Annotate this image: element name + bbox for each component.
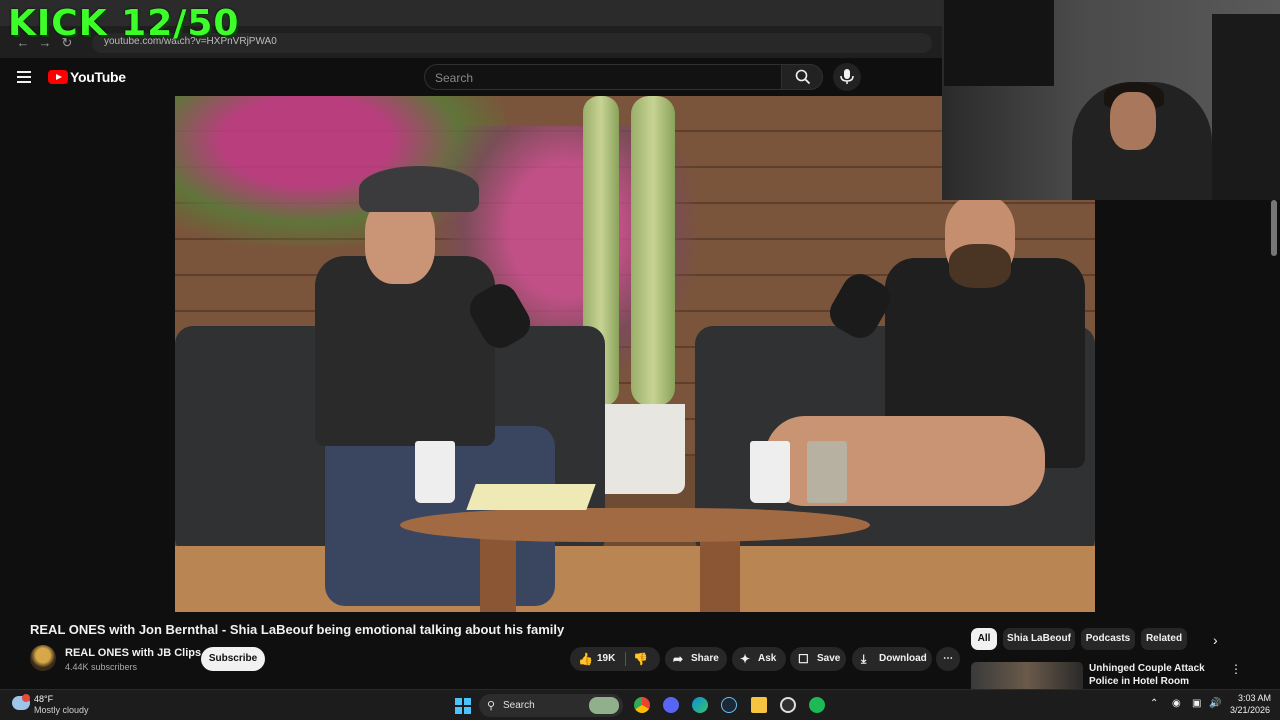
- volume-icon[interactable]: 🔊: [1209, 698, 1221, 709]
- chevron-right-icon[interactable]: ›: [1213, 632, 1218, 648]
- sparkle-icon: ✦: [740, 652, 751, 666]
- subscriber-count: 4.44K subscribers: [65, 662, 138, 672]
- like-count[interactable]: 19K: [597, 647, 615, 671]
- video-plant-pot: [593, 404, 685, 494]
- like-icon[interactable]: 👍: [578, 647, 593, 671]
- kick-counter-overlay: KICK 12/50: [8, 3, 240, 44]
- webcam-overlay: [942, 0, 1280, 200]
- chip-related[interactable]: Related: [1141, 628, 1187, 650]
- youtube-play-icon: [48, 70, 68, 84]
- weather-description[interactable]: Mostly cloudy: [34, 705, 89, 715]
- video-coffee-cup: [750, 441, 790, 503]
- weather-alert-badge: [22, 694, 30, 702]
- youtube-logo[interactable]: YouTube: [48, 69, 126, 85]
- dislike-icon[interactable]: 👎: [633, 647, 648, 671]
- search-button[interactable]: [781, 64, 823, 90]
- obs-icon[interactable]: [780, 697, 796, 713]
- scrollbar-thumb[interactable]: [1271, 200, 1277, 256]
- mic-icon: [840, 69, 854, 84]
- discord-icon[interactable]: [663, 697, 679, 713]
- bookmark-icon: ☐: [798, 652, 809, 666]
- video-cactus: [631, 96, 675, 406]
- video-table: [400, 508, 870, 612]
- webcam-acoustic-panel: [944, 0, 1054, 86]
- save-label: Save: [817, 653, 841, 664]
- youtube-logo-text: YouTube: [70, 69, 126, 85]
- taskbar-search-placeholder: Search: [503, 700, 535, 711]
- weather-temperature[interactable]: 48°F: [34, 694, 53, 704]
- voice-search-button[interactable]: [833, 63, 861, 91]
- search-placeholder: Search: [435, 71, 474, 85]
- chip-podcasts[interactable]: Podcasts: [1081, 628, 1135, 650]
- microphone-tray-icon[interactable]: ◉: [1172, 698, 1181, 709]
- channel-name[interactable]: REAL ONES with JB Clips: [65, 647, 201, 659]
- more-icon: ⋯: [943, 653, 953, 664]
- chip-all[interactable]: All: [971, 628, 997, 650]
- windows-taskbar: 48°F Mostly cloudy ⚲ Search ⌃ ◉ ▣ 🔊 3:03…: [0, 689, 1280, 720]
- search-icon: ⚲: [487, 700, 496, 712]
- webcam-shelf: [1212, 14, 1280, 200]
- network-icon[interactable]: ▣: [1192, 698, 1201, 709]
- video-coffee-cup: [415, 441, 455, 503]
- save-button[interactable]: ☐ Save: [790, 647, 846, 671]
- search-highlight-icon: [589, 697, 619, 714]
- video-notebook: [466, 484, 596, 510]
- youtube-header: YouTube Search: [0, 58, 942, 96]
- taskbar-search[interactable]: ⚲ Search: [479, 694, 623, 717]
- recommendation-title[interactable]: Unhinged Couple Attack Police in Hotel R…: [1089, 662, 1224, 688]
- windows-start-icon[interactable]: [455, 698, 471, 714]
- chip-shia-labeouf[interactable]: Shia LaBeouf: [1003, 628, 1075, 650]
- video-title: REAL ONES with Jon Bernthal - Shia LaBeo…: [30, 622, 565, 637]
- video-water-glass: [807, 441, 847, 503]
- channel-avatar[interactable]: [30, 645, 56, 671]
- more-vert-icon[interactable]: ⋮: [1230, 662, 1242, 676]
- subscribe-button[interactable]: Subscribe: [201, 647, 265, 671]
- like-dislike-group: 👍 19K 👎: [570, 647, 660, 671]
- menu-icon[interactable]: [17, 71, 31, 83]
- search-input[interactable]: Search: [424, 64, 782, 90]
- share-icon: ➦: [673, 652, 684, 666]
- more-actions-button[interactable]: ⋯: [936, 647, 960, 671]
- tray-overflow-icon[interactable]: ⌃: [1150, 698, 1158, 709]
- download-button[interactable]: ⤓ Download: [852, 647, 932, 671]
- clock-time[interactable]: 3:03 AM: [1238, 693, 1271, 703]
- search-icon: [795, 69, 811, 85]
- edge-icon[interactable]: [692, 697, 708, 713]
- clock-date[interactable]: 3/21/2026: [1230, 705, 1270, 715]
- chrome-icon[interactable]: [634, 697, 650, 713]
- download-label: Download: [879, 653, 927, 664]
- steam-icon[interactable]: [721, 697, 737, 713]
- ask-button[interactable]: ✦ Ask: [732, 647, 786, 671]
- recommendation-thumbnail[interactable]: [971, 662, 1083, 690]
- screen: ← → ↻ youtube.com/watch?v=HXPnVRjPWA0 KI…: [0, 0, 1280, 720]
- spotify-icon[interactable]: [809, 697, 825, 713]
- file-explorer-icon[interactable]: [751, 697, 767, 713]
- share-label: Share: [691, 653, 719, 664]
- ask-label: Ask: [758, 653, 777, 664]
- download-icon: ⤓: [861, 652, 867, 666]
- share-button[interactable]: ➦ Share: [665, 647, 727, 671]
